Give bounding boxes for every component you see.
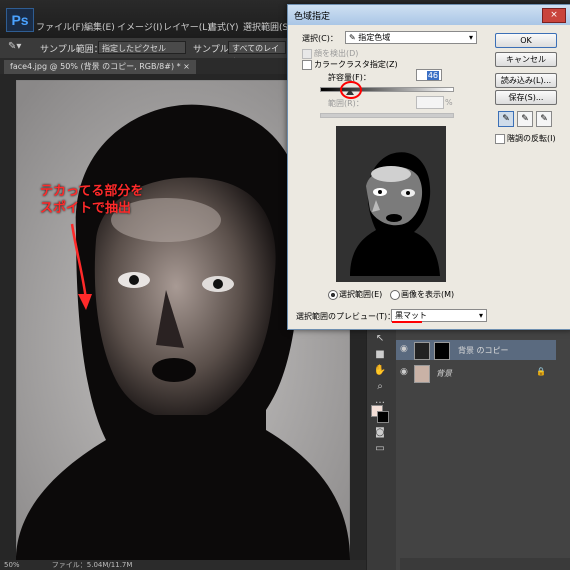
annotation-line-2: スポイトで抽出 bbox=[40, 201, 132, 216]
layer-name[interactable]: 背景 のコピー bbox=[458, 345, 509, 356]
range-slider-track[interactable] bbox=[320, 113, 454, 118]
status-bar: 50% ファイル：5.04M/11.7M bbox=[0, 560, 366, 570]
zoom-level[interactable]: 50% bbox=[4, 561, 20, 569]
detect-faces-label: 顔を検出(D) bbox=[314, 49, 359, 58]
eyedropper-plus-icon[interactable]: ✎ bbox=[517, 111, 533, 127]
selection-preview-value: 黒マット bbox=[395, 311, 427, 320]
preview-highlight-underline bbox=[392, 321, 422, 323]
eye-icon[interactable]: ◉ bbox=[400, 344, 408, 354]
menu-edit[interactable]: 編集(E) bbox=[84, 20, 115, 33]
range-input[interactable] bbox=[416, 96, 444, 109]
menu-layer[interactable]: レイヤー(L) bbox=[163, 20, 211, 33]
localized-clusters-checkbox[interactable] bbox=[302, 60, 312, 70]
select-value: 指定色域 bbox=[358, 33, 391, 42]
lock-icon: 🔒 bbox=[536, 367, 546, 376]
range-unit: % bbox=[445, 98, 453, 107]
sample-range-label: サンプル範囲： bbox=[40, 45, 103, 55]
layer-thumbnail bbox=[414, 365, 430, 383]
shape-tool-icon[interactable]: ■ bbox=[373, 348, 387, 362]
sample-select[interactable]: すべてのレイヤー bbox=[228, 41, 286, 66]
selection-preview-label: 選択範囲のプレビュー(T)： bbox=[296, 312, 396, 321]
detect-faces-checkbox[interactable] bbox=[302, 49, 312, 59]
eyedropper-small-icon: ✎ bbox=[349, 33, 356, 42]
chevron-down-icon: ▾ bbox=[478, 311, 483, 320]
background-color-swatch[interactable] bbox=[377, 411, 389, 423]
hand-tool-icon[interactable]: ✋ bbox=[373, 364, 387, 378]
invert-label: 階調の反転(I) bbox=[507, 134, 556, 143]
selection-radio-label: 選択範囲(E) bbox=[339, 290, 383, 299]
fuzziness-value: 46 bbox=[426, 71, 439, 80]
image-radio-label: 画像を表示(M) bbox=[401, 290, 455, 299]
invert-checkbox[interactable] bbox=[495, 134, 505, 144]
layer-mask-thumbnail bbox=[434, 342, 450, 360]
load-button[interactable]: 読み込み(L)... bbox=[495, 73, 557, 88]
layers-panel-footer bbox=[400, 558, 570, 570]
slider-highlight-circle bbox=[340, 81, 363, 99]
selection-radio[interactable] bbox=[328, 290, 338, 300]
screen-mode-icon[interactable]: ▭ bbox=[373, 442, 387, 456]
image-radio[interactable] bbox=[390, 290, 400, 300]
layer-row-background-copy[interactable]: ◉ 背景 のコピー bbox=[396, 340, 556, 360]
menu-select[interactable]: 選択範囲(S) bbox=[243, 20, 292, 33]
annotation-line-1: テカってる部分を bbox=[40, 184, 144, 199]
color-range-dialog: 色域指定 × 選択(C)： ✎ 指定色域 ▾ 顔を検出(D) カラークラスタ指定… bbox=[287, 4, 570, 330]
eyedropper-icon[interactable]: ✎ bbox=[498, 111, 514, 127]
eyedropper-minus-icon[interactable]: ✎ bbox=[536, 111, 552, 127]
file-info: ファイル：5.04M/11.7M bbox=[51, 561, 133, 569]
eyedropper-tool-icon[interactable]: ✎▾ bbox=[8, 41, 21, 52]
close-button[interactable]: × bbox=[542, 8, 566, 23]
localized-clusters-label: カラークラスタ指定(Z) bbox=[314, 60, 398, 69]
layer-thumbnail bbox=[414, 342, 430, 360]
select-dropdown[interactable]: ✎ 指定色域 ▾ bbox=[345, 31, 477, 44]
fuzziness-input[interactable]: 46 bbox=[416, 69, 442, 81]
dialog-title: 色域指定 bbox=[294, 12, 331, 22]
menu-image[interactable]: イメージ(I) bbox=[117, 20, 163, 33]
eye-icon[interactable]: ◉ bbox=[400, 367, 408, 377]
select-label: 選択(C)： bbox=[302, 34, 338, 43]
quick-mask-icon[interactable]: ◙ bbox=[373, 426, 387, 440]
cancel-button[interactable]: キャンセル bbox=[495, 52, 557, 67]
range-label: 範囲(R)： bbox=[328, 99, 364, 108]
photoshop-logo: Ps bbox=[6, 8, 34, 32]
layer-name[interactable]: 背景 bbox=[436, 368, 452, 379]
path-select-icon[interactable]: ↖ bbox=[373, 332, 387, 346]
save-button[interactable]: 保存(S)... bbox=[495, 90, 557, 105]
zoom-tool-icon[interactable]: ⌕ bbox=[373, 380, 387, 394]
annotation-arrow bbox=[70, 223, 92, 310]
chevron-down-icon: ▾ bbox=[468, 33, 473, 42]
ok-button[interactable]: OK bbox=[495, 33, 557, 48]
menu-type[interactable]: 書式(Y) bbox=[208, 20, 239, 33]
selection-preview-image bbox=[336, 126, 446, 282]
dialog-title-bar bbox=[288, 5, 570, 25]
sample-range-select[interactable]: 指定したピクセル bbox=[98, 41, 186, 54]
menu-file[interactable]: ファイル(F) bbox=[36, 20, 84, 33]
layer-row-background[interactable]: ◉ 背景 🔒 bbox=[396, 363, 556, 383]
document-tab[interactable]: face4.jpg @ 50% (背景 のコピー, RGB/8#) * × bbox=[4, 60, 196, 74]
annotation-text: テカってる部分を スポイトで抽出 bbox=[40, 183, 143, 217]
